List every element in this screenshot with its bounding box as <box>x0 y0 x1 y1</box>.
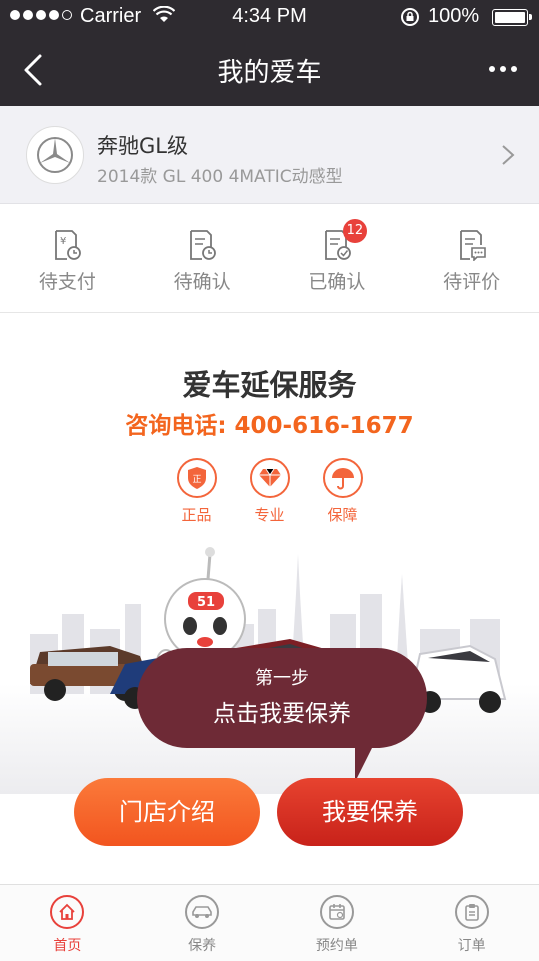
feature-professional: 专业 <box>249 458 290 525</box>
tab-bar: 首页 保养 预约单 订单 <box>0 884 539 961</box>
order-pending-confirm[interactable]: 待确认 <box>135 205 270 312</box>
car-icon <box>185 895 220 929</box>
tab-orders[interactable]: 订单 <box>404 885 539 961</box>
tab-home[interactable]: 首页 <box>0 885 135 961</box>
page-title: 我的爱车 <box>217 58 322 88</box>
top-bar: Carrier 4:34 PM 100% 我的爱车 <box>0 0 539 106</box>
yuan-clock-doc-icon: ¥ <box>55 230 82 260</box>
order-label: 已确认 <box>308 271 366 293</box>
chevron-right-icon <box>501 144 515 170</box>
umbrella-icon <box>322 458 363 498</box>
service-phone[interactable]: 咨询电话: 400-616-1677 <box>0 406 539 440</box>
tab-label: 预约单 <box>315 938 358 954</box>
order-label: 待评价 <box>443 271 501 293</box>
car-card[interactable]: 奔驰GL级 2014款 GL 400 4MATIC动感型 <box>0 106 539 204</box>
svg-text:正: 正 <box>192 475 201 485</box>
confirmed-count-badge: 12 <box>342 219 367 243</box>
feature-label: 专业 <box>254 506 285 524</box>
order-pending-review[interactable]: 待评价 <box>404 205 539 312</box>
tab-label: 保养 <box>188 938 217 954</box>
tab-label: 订单 <box>457 938 486 954</box>
store-intro-button[interactable]: 门店介绍 <box>74 778 260 846</box>
more-dots-icon <box>489 66 495 72</box>
clipboard-icon <box>454 895 489 929</box>
rotation-lock-icon <box>400 7 420 32</box>
status-bar: Carrier 4:34 PM 100% <box>0 0 539 34</box>
diamond-icon <box>249 458 290 498</box>
svg-text:51: 51 <box>197 595 215 610</box>
order-label: 待支付 <box>38 271 96 293</box>
order-confirmed[interactable]: 12 已确认 <box>270 205 405 312</box>
feature-label: 正品 <box>181 506 212 524</box>
car-model: 2014款 GL 400 4MATIC动感型 <box>97 167 343 187</box>
tooltip-text: 点击我要保养 <box>213 701 351 727</box>
order-status-row: ¥ 待支付 待确认 12 已确认 待评价 <box>0 205 539 313</box>
feature-label: 保障 <box>327 506 358 524</box>
order-pending-payment[interactable]: ¥ 待支付 <box>0 205 135 312</box>
car-name: 奔驰GL级 <box>97 134 188 158</box>
warranty-service-section: 爱车延保服务 咨询电话: 400-616-1677 正 正品 专业 保障 51 … <box>0 314 539 884</box>
service-features: 正 正品 专业 保障 <box>0 458 539 525</box>
feature-genuine: 正 正品 <box>176 458 217 525</box>
feature-guarantee: 保障 <box>322 458 363 525</box>
clock-doc-icon <box>190 230 217 260</box>
battery-percent: 100% <box>428 5 480 27</box>
battery-icon <box>492 9 532 26</box>
service-title: 爱车延保服务 <box>182 368 357 402</box>
more-button[interactable] <box>485 56 521 82</box>
calendar-icon <box>319 895 354 929</box>
tooltip-step: 第一步 <box>255 668 309 689</box>
svg-text:¥: ¥ <box>60 236 66 247</box>
tab-label: 首页 <box>53 938 82 954</box>
order-label: 待确认 <box>173 271 231 293</box>
shield-icon: 正 <box>176 458 217 498</box>
tab-appointments[interactable]: 预约单 <box>270 885 405 961</box>
book-maintenance-button[interactable]: 我要保养 <box>277 778 463 846</box>
home-icon <box>50 895 85 929</box>
nav-bar: 我的爱车 <box>0 34 539 106</box>
step-tooltip: 第一步 点击我要保养 <box>137 648 427 782</box>
tab-maintenance[interactable]: 保养 <box>135 885 270 961</box>
comment-doc-icon <box>459 230 486 261</box>
mercedes-logo-icon <box>26 126 84 184</box>
